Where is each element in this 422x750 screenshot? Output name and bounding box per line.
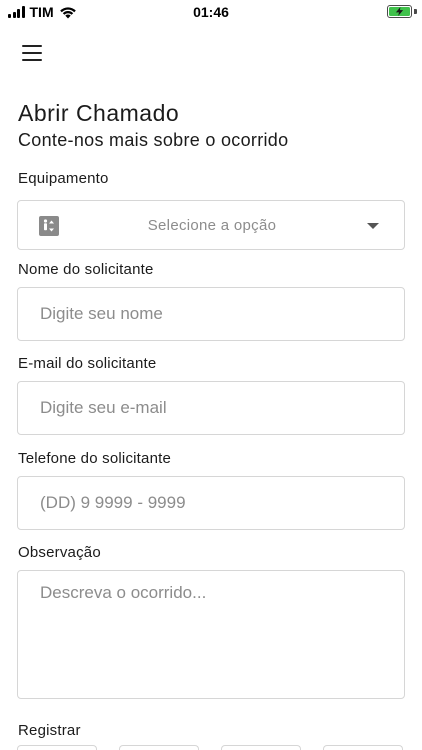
status-time: 01:46 (193, 4, 229, 20)
requester-name-input[interactable] (18, 288, 404, 340)
status-bar: TIM 01:46 (0, 0, 422, 24)
register-option-3[interactable] (221, 745, 301, 750)
caret-down-icon (367, 223, 379, 229)
battery-tip (414, 9, 417, 14)
equipment-select[interactable]: Selecione a opção (17, 200, 405, 250)
register-option-2[interactable] (119, 745, 199, 750)
requester-name-label: Nome do solicitante (18, 261, 154, 278)
requester-name-box (17, 287, 405, 341)
equipment-select-value: Selecione a opção (147, 217, 277, 234)
requester-email-box (17, 381, 405, 435)
page-subtitle: Conte-nos mais sobre o ocorrido (18, 130, 289, 150)
observation-box (17, 570, 405, 699)
register-option-1[interactable] (17, 745, 97, 750)
equipment-label: Equipamento (18, 170, 109, 187)
requester-phone-label: Telefone do solicitante (18, 450, 172, 467)
requester-phone-input[interactable] (18, 477, 404, 529)
requester-email-label: E-mail do solicitante (18, 355, 157, 372)
requester-phone-box (17, 476, 405, 530)
register-option-4[interactable] (323, 745, 403, 750)
hamburger-menu-icon[interactable] (22, 45, 42, 61)
observation-textarea[interactable] (18, 571, 404, 698)
requester-email-input[interactable] (18, 382, 404, 434)
observation-label: Observação (18, 544, 101, 561)
register-label: Registrar (18, 722, 81, 739)
battery-charging-icon (387, 5, 412, 18)
page-title: Abrir Chamado (18, 100, 180, 126)
